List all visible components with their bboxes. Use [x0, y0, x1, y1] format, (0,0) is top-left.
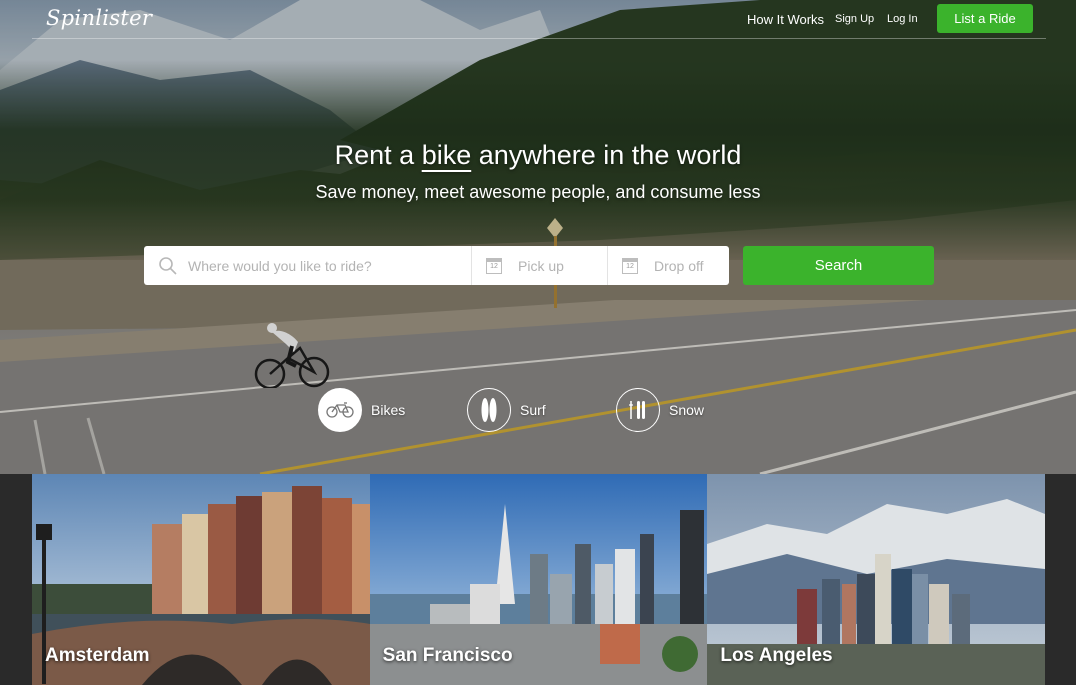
- headline-emphasis: bike: [421, 140, 472, 170]
- bike-icon: [326, 402, 354, 418]
- city-name-san-francisco[interactable]: San Francisco: [383, 645, 513, 667]
- category-surf-label[interactable]: Surf: [520, 402, 546, 418]
- dropoff-date-input[interactable]: [654, 257, 729, 274]
- category-snow-label[interactable]: Snow: [669, 402, 704, 418]
- pickup-date-input[interactable]: [518, 257, 607, 274]
- nav-sign-up[interactable]: Sign Up: [835, 13, 874, 25]
- headline-suffix: anywhere in the world: [471, 140, 742, 170]
- city-name-los-angeles[interactable]: Los Angeles: [720, 645, 832, 667]
- nav-how-it-works[interactable]: How It Works: [747, 12, 824, 27]
- calendar-day: 12: [626, 262, 634, 270]
- logo[interactable]: Spinlister: [46, 6, 152, 30]
- nav-log-in[interactable]: Log In: [887, 13, 918, 25]
- city-card-san-francisco[interactable]: San Francisco: [369, 474, 708, 685]
- category-snow-circle[interactable]: [616, 388, 660, 432]
- nav-divider: [32, 38, 1046, 39]
- category-surf[interactable]: Surf: [467, 388, 546, 432]
- category-bikes-circle[interactable]: [318, 388, 362, 432]
- search-bar: 12 12: [144, 246, 729, 285]
- calendar-icon: 12: [486, 257, 502, 274]
- location-input[interactable]: [188, 257, 471, 274]
- surfboard-icon: [481, 398, 497, 422]
- location-field[interactable]: [144, 246, 472, 285]
- list-a-ride-button[interactable]: List a Ride: [937, 4, 1033, 33]
- category-bikes-label[interactable]: Bikes: [371, 402, 405, 418]
- ski-icon: [629, 401, 645, 419]
- calendar-icon: 12: [622, 257, 638, 274]
- top-navigation: Spinlister How It Works Sign Up Log In L…: [0, 0, 1076, 40]
- pickup-date-field[interactable]: 12: [472, 246, 608, 285]
- city-name-amsterdam[interactable]: Amsterdam: [45, 645, 150, 667]
- search-button[interactable]: Search: [743, 246, 934, 285]
- calendar-day: 12: [490, 262, 498, 270]
- city-card-los-angeles[interactable]: Los Angeles: [707, 474, 1046, 685]
- category-surf-circle[interactable]: [467, 388, 511, 432]
- category-snow[interactable]: Snow: [616, 388, 704, 432]
- hero-subheadline: Save money, meet awesome people, and con…: [315, 182, 761, 202]
- headline-prefix: Rent a: [334, 140, 422, 170]
- hero-headline: Rent a bike anywhere in the world: [0, 140, 1076, 171]
- search-icon: [159, 256, 177, 275]
- category-bikes[interactable]: Bikes: [318, 388, 405, 432]
- dropoff-date-field[interactable]: 12: [608, 246, 729, 285]
- city-gallery: Amsterdam San Francisco Los Angeles: [32, 474, 1046, 685]
- city-card-amsterdam[interactable]: Amsterdam: [32, 474, 370, 685]
